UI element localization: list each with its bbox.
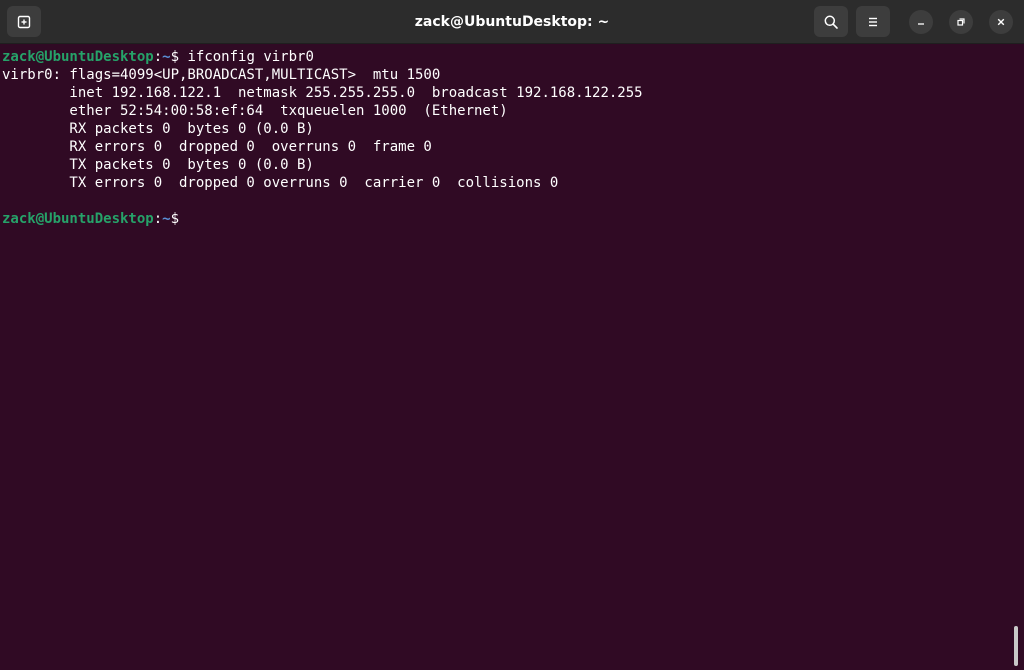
output-line: inet 192.168.122.1 netmask 255.255.255.0… <box>2 85 643 101</box>
scrollbar[interactable] <box>1014 626 1018 666</box>
prompt-separator: : <box>153 211 163 227</box>
close-button[interactable] <box>989 10 1013 34</box>
close-icon <box>995 13 1007 32</box>
prompt-separator: : <box>153 49 163 65</box>
prompt-user-host: zack@UbuntuDesktop <box>2 211 154 227</box>
prompt-line: zack@UbuntuDesktop:~$ ifconfig virbr0 <box>2 48 1012 66</box>
new-tab-icon <box>16 14 32 30</box>
terminal-window: zack@UbuntuDesktop: ~ zack@UbuntuDesktop… <box>0 0 1024 670</box>
output-line: ether 52:54:00:58:ef:64 txqueuelen 1000 … <box>2 103 508 119</box>
menu-button[interactable] <box>856 6 890 37</box>
search-icon <box>823 14 839 30</box>
restore-icon <box>955 13 967 32</box>
terminal-output-area[interactable]: zack@UbuntuDesktop:~$ ifconfig virbr0 vi… <box>0 44 1012 670</box>
prompt-line[interactable]: zack@UbuntuDesktop:~$ <box>2 210 1012 228</box>
prompt-path: ~ <box>162 211 171 227</box>
output-line: TX errors 0 dropped 0 overruns 0 carrier… <box>2 175 559 191</box>
output-line: RX packets 0 bytes 0 (0.0 B) <box>2 121 314 137</box>
new-tab-button[interactable] <box>7 6 41 37</box>
hamburger-menu-icon <box>865 14 881 30</box>
output-line: virbr0: flags=4099<UP,BROADCAST,MULTICAS… <box>2 67 441 83</box>
search-button[interactable] <box>814 6 848 37</box>
maximize-button[interactable] <box>949 10 973 34</box>
title-bar[interactable]: zack@UbuntuDesktop: ~ <box>0 0 1024 44</box>
prompt-user-host: zack@UbuntuDesktop <box>2 49 154 65</box>
prompt-symbol: $ <box>170 49 180 65</box>
prompt-symbol: $ <box>170 211 180 227</box>
output-line: RX errors 0 dropped 0 overruns 0 frame 0 <box>2 139 432 155</box>
minimize-button[interactable] <box>909 10 933 34</box>
prompt-path: ~ <box>162 49 171 65</box>
command-text: ifconfig virbr0 <box>179 49 314 65</box>
minimize-icon <box>915 13 927 32</box>
output-line: TX packets 0 bytes 0 (0.0 B) <box>2 157 314 173</box>
